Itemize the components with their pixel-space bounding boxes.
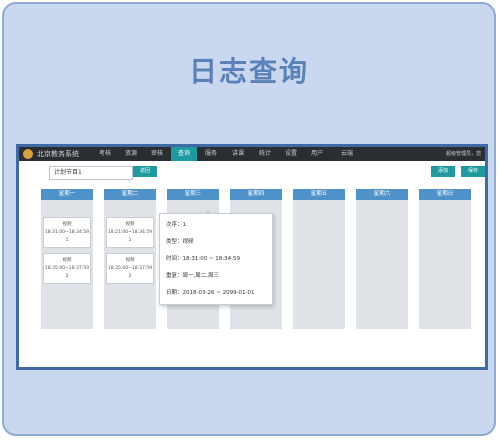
day-header: 星期日 [419,189,471,200]
card: 日志查询 北京教务系统 考核 资源 审核 查询 服务 讲课 统计 设置 用户 云… [2,2,496,436]
logo-icon [23,149,33,159]
back-button[interactable]: 返回 [133,166,157,177]
day-header: 星期四 [230,189,282,200]
schedule-item-number: 2 [65,274,69,279]
schedule-item-type: 视频 [125,258,135,263]
day-header: 星期二 [104,189,156,200]
schedule-item-type: 视频 [125,222,135,227]
schedule-item-number: 1 [65,238,69,243]
nav-item-fuwu[interactable]: 服务 [199,147,223,161]
page-title: 日志查询 [188,55,309,88]
schedule-item[interactable]: 视频 18:31:00~18:34:59 1 [43,217,91,248]
schedule-item-type: 视频 [62,222,72,227]
user-info[interactable]: 超级管理员，您 [446,150,481,157]
day-header: 星期五 [293,189,345,200]
day-column-tue: 星期二 视频 18:21:00~18:34:59 1 视频 18:35:00~1… [104,189,156,329]
add-button[interactable]: 添加 [431,166,455,177]
schedule-item-time: 18:35:00~18:37:59 [107,266,153,271]
nav-item-tongji[interactable]: 统计 [253,147,277,161]
tooltip-time: 时间：18:31:00 ~ 18:34:59 [166,256,241,262]
nav-item-chaxun[interactable]: 查询 [171,147,197,161]
nav-item-jiangke[interactable]: 讲课 [225,147,251,161]
schedule-tooltip: 次序：1 类型：视频 时间：18:31:00 ~ 18:34:59 重复：周一,… [159,209,273,305]
tooltip-type: 类型：视频 [166,239,194,245]
schedule-item-type: 视频 [62,258,72,263]
schedule-item[interactable]: 视频 18:21:00~18:34:59 1 [106,217,154,248]
day-column-sun: 星期日 [419,189,471,329]
day-column-sat: 星期六 [356,189,408,329]
search-input[interactable] [49,166,133,180]
app-window: 北京教务系统 考核 资源 审核 查询 服务 讲课 统计 设置 用户 云端 超级管… [16,144,488,370]
save-button[interactable]: 保存 [461,166,485,177]
schedule-item[interactable]: 视频 18:35:00~18:37:59 2 [43,253,91,284]
day-column-mon: 星期一 视频 18:31:00~18:34:59 1 视频 18:35:00~1… [41,189,93,329]
day-header: 星期一 [41,189,93,200]
tooltip-date: 日期：2018-03-26 ~ 2099-01-01 [166,290,255,296]
nav-item-kaohe[interactable]: 考核 [93,147,117,161]
day-header: 星期三 [167,189,219,200]
schedule-item[interactable]: 视频 18:35:00~18:37:59 2 [106,253,154,284]
tooltip-repeat: 重复：周一,周二,周三 [166,273,219,279]
app-brand: 北京教务系统 [37,150,79,158]
schedule-item-number: 1 [128,238,132,243]
day-column-fri: 星期五 [293,189,345,329]
tooltip-order: 次序：1 [166,222,186,228]
day-header: 星期六 [356,189,408,200]
nav-item-ziyuan[interactable]: 资源 [119,147,143,161]
schedule-item-number: 2 [128,274,132,279]
schedule-item-time: 18:21:00~18:34:59 [107,230,153,235]
nav-item-shezhi[interactable]: 设置 [279,147,303,161]
nav-item-yunduan[interactable]: 云端 [335,147,359,161]
tooltip-arrow [204,209,212,214]
schedule-item-time: 18:35:00~18:37:59 [44,266,90,271]
top-navbar: 北京教务系统 考核 资源 审核 查询 服务 讲课 统计 设置 用户 云端 超级管… [19,147,485,161]
nav-item-yonghu[interactable]: 用户 [305,147,329,161]
nav-item-shenhe[interactable]: 审核 [145,147,169,161]
schedule-item-time: 18:31:00~18:34:59 [44,230,90,235]
